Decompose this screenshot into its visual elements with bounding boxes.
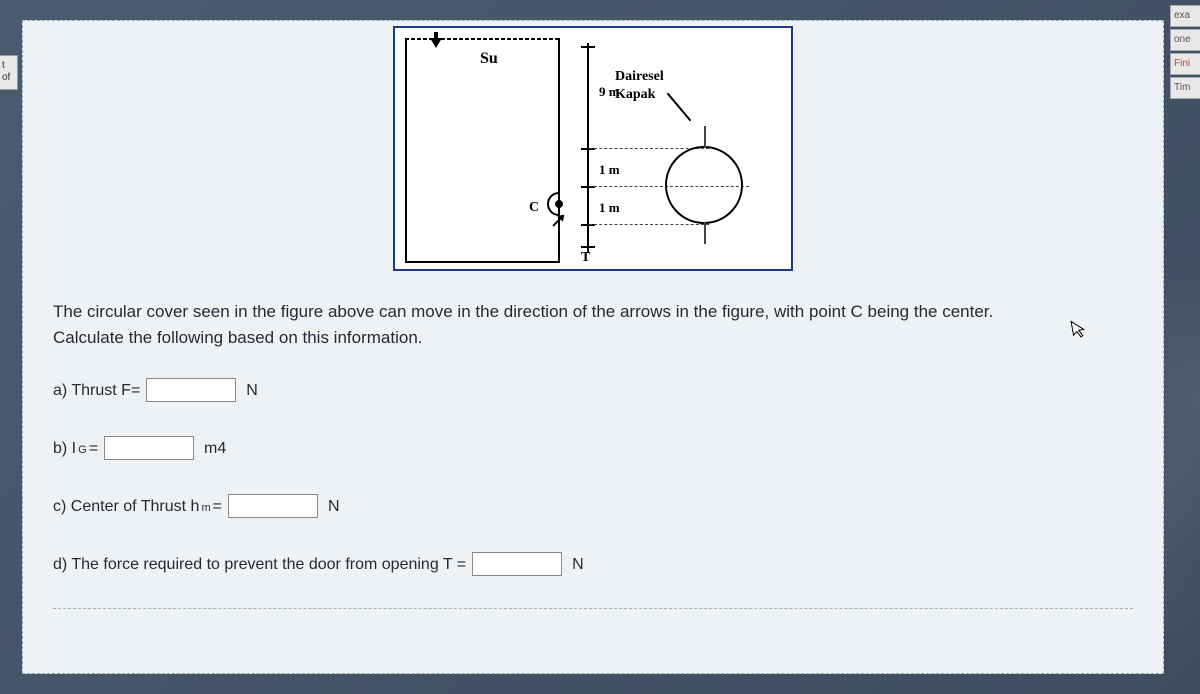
tank-surface [405,38,560,40]
water-label: Su [480,50,498,68]
part-c: c) Center of Thrust h m = N [23,484,1163,542]
part-b-unit: m4 [204,440,226,458]
tick-icon [581,46,595,48]
part-a-unit: N [246,382,258,400]
part-c-input[interactable] [228,494,318,518]
question-line2: Calculate the following based on this in… [53,328,423,347]
question-text: The circular cover seen in the figure ab… [23,291,1163,368]
cover-arrow-icon [704,126,706,148]
cover-label-line1: Dairesel [615,69,664,84]
part-d-unit: N [572,556,584,574]
part-c-label-suffix: = [213,498,222,516]
part-c-unit: N [328,498,340,516]
part-b: b) I G = m4 [23,426,1163,484]
point-t-label: T [581,250,590,266]
left-sidebar-tab: t of [0,55,18,90]
part-d-label: d) The force required to prevent the doo… [53,556,466,574]
tank-outline [405,38,560,263]
part-b-label-suffix: = [89,440,98,458]
hinge [543,190,571,218]
circular-cover [665,146,743,224]
right-tab[interactable]: one [1170,29,1200,51]
point-c-label: C [529,200,539,216]
part-d-input[interactable] [472,552,562,576]
cover-arrow-icon [704,222,706,244]
question-panel: Su C 9 m 1 m 1 m Dairesel Kapak T The ci… [22,20,1164,674]
part-b-input[interactable] [104,436,194,460]
inflow-arrow-icon [430,38,442,48]
right-sidebar-tabs: exa one Fini Tim [1170,5,1200,101]
part-c-label-prefix: c) Center of Thrust h [53,498,199,516]
part-a-label: a) Thrust F= [53,382,140,400]
dashed-guide [589,224,709,225]
divider [53,608,1133,609]
question-line1: The circular cover seen in the figure ab… [53,302,993,321]
hinge-pivot-icon [555,200,563,208]
cover-label-line2: Kapak [615,87,655,102]
cover-label: Dairesel Kapak [615,68,664,104]
dimension-1m: 1 m [599,200,620,216]
part-a: a) Thrust F= N [23,368,1163,426]
part-a-input[interactable] [146,378,236,402]
part-d: d) The force required to prevent the doo… [23,542,1163,600]
question-figure: Su C 9 m 1 m 1 m Dairesel Kapak T [393,26,793,271]
right-tab[interactable]: exa [1170,5,1200,27]
right-tab[interactable]: Fini [1170,53,1200,75]
dimension-1m: 1 m [599,162,620,178]
right-tab[interactable]: Tim [1170,77,1200,99]
part-b-sub: G [78,444,87,456]
tick-icon [581,246,595,248]
part-c-sub: m [201,502,210,514]
part-b-label-prefix: b) I [53,440,76,458]
cover-leader-line [667,93,692,122]
